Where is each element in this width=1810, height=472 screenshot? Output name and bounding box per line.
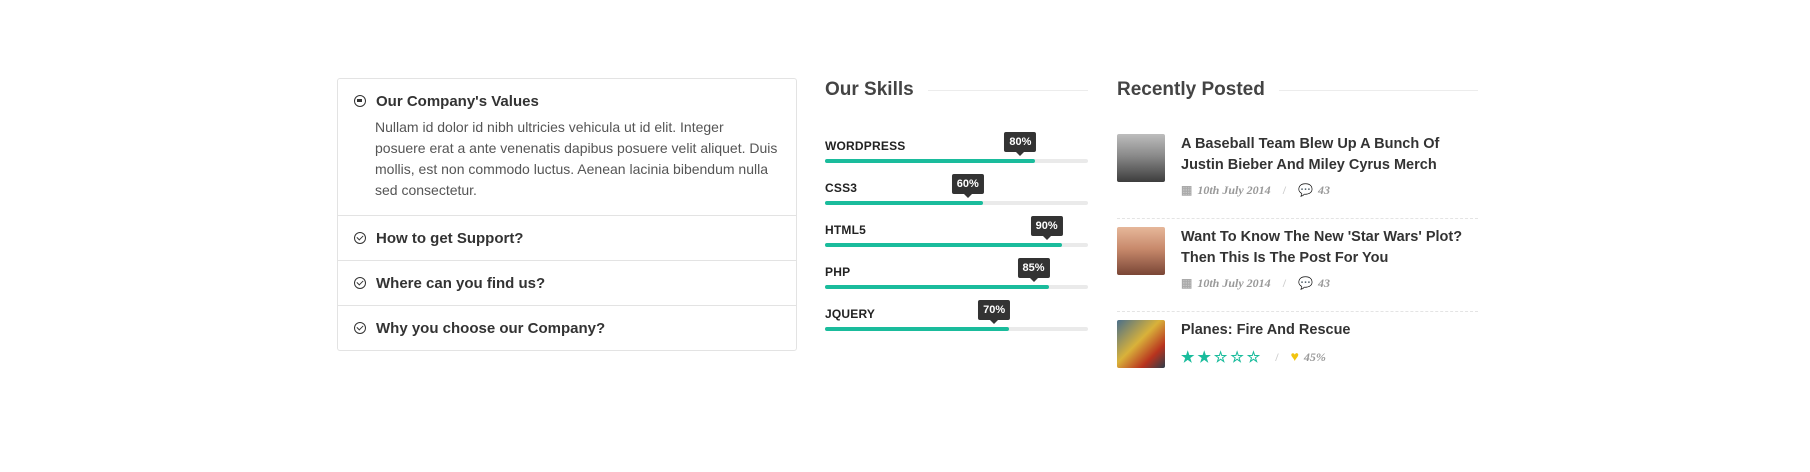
accordion-item-values: Our Company's Values Nullam id dolor id … [338,79,796,215]
post-date: 10th July 2014 [1197,183,1271,197]
check-circle-icon [354,322,366,334]
post-content: Want To Know The New 'Star Wars' Plot? T… [1181,227,1478,291]
like-percent: 45% [1303,350,1326,364]
post-meta: ★★☆☆☆ / ♥ 45% [1181,348,1351,367]
skill-track [825,243,1088,247]
comment-count[interactable]: 43 [1318,276,1330,291]
comments-icon: 💬 [1298,183,1313,197]
skill-track [825,285,1088,289]
post-thumbnail[interactable] [1117,320,1165,368]
skill-percent-tooltip: 80% [1004,132,1037,156]
skill-name: PHP [825,265,851,279]
accordion-header-find-us[interactable]: Where can you find us? [338,261,796,305]
skill-percent-tooltip: 70% [978,300,1011,324]
post-content: Planes: Fire And Rescue ★★☆☆☆ / ♥ 45% [1181,320,1351,368]
skill-fill [825,243,1062,247]
accordion-title: Where can you find us? [376,274,546,292]
check-circle-icon [354,232,366,244]
skills-title: Our Skills [825,79,914,100]
recent-title: Recently Posted [1117,79,1265,100]
accordion-title: How to get Support? [376,229,524,247]
skill-item: JQUERY 70% [825,292,1088,334]
recent-section-title: Recently Posted [1117,79,1478,101]
skill-name: CSS3 [825,181,858,195]
recent-posts-list: A Baseball Team Blew Up A Bunch Of Justi… [1117,126,1478,388]
skill-fill [825,327,1010,331]
post-title-link[interactable]: A Baseball Team Blew Up A Bunch Of Justi… [1181,134,1478,176]
post-title-link[interactable]: Want To Know The New 'Star Wars' Plot? T… [1181,227,1478,269]
post-thumbnail[interactable] [1117,134,1165,182]
post-meta: ▦ 10th July 2014 / 💬 43 [1181,276,1478,291]
meta-separator: / [1282,276,1287,290]
skill-item: CSS3 60% [825,166,1088,208]
post-item: Want To Know The New 'Star Wars' Plot? T… [1117,219,1478,312]
skill-percent-tooltip: 90% [1030,216,1063,240]
heart-icon: ♥ [1290,349,1299,365]
minus-circle-icon [354,95,366,107]
skill-fill [825,285,1049,289]
skill-percent-tooltip: 60% [951,174,984,198]
check-circle-icon [354,277,366,289]
title-divider [927,89,1088,91]
skill-track [825,159,1088,163]
skill-item: WORDPRESS 80% [825,124,1088,166]
skill-item: HTML5 90% [825,208,1088,250]
skill-name: JQUERY [825,307,876,321]
accordion-item-find-us: Where can you find us? [338,260,796,305]
post-meta: ▦ 10th July 2014 / 💬 43 [1181,183,1478,198]
title-divider [1278,89,1478,91]
skills-list: WORDPRESS 80% CSS3 60% HTML5 90% PHP 85%… [825,124,1088,334]
accordion-item-why-us: Why you choose our Company? [338,305,796,350]
skill-fill [825,201,983,205]
skill-percent-tooltip: 85% [1017,258,1050,282]
skills-section-title: Our Skills [825,79,1088,101]
meta-separator: / [1282,183,1287,197]
skill-name: WORDPRESS [825,139,906,153]
faq-accordion: Our Company's Values Nullam id dolor id … [337,78,797,351]
skill-track [825,327,1088,331]
skill-track [825,201,1088,205]
calendar-icon: ▦ [1181,276,1193,290]
post-title-link[interactable]: Planes: Fire And Rescue [1181,320,1351,341]
accordion-header-why-us[interactable]: Why you choose our Company? [338,306,796,350]
post-item: Planes: Fire And Rescue ★★☆☆☆ / ♥ 45% [1117,312,1478,388]
accordion-header-support[interactable]: How to get Support? [338,216,796,260]
accordion-body: Nullam id dolor id nibh ultricies vehicu… [375,119,778,198]
post-date: 10th July 2014 [1197,276,1271,290]
comments-icon: 💬 [1298,276,1313,290]
comment-count[interactable]: 43 [1318,183,1330,198]
calendar-icon: ▦ [1181,183,1193,197]
rating-stars: ★★☆☆☆ [1181,350,1264,366]
skill-item: PHP 85% [825,250,1088,292]
post-item: A Baseball Team Blew Up A Bunch Of Justi… [1117,126,1478,219]
skill-name: HTML5 [825,223,866,237]
skill-fill [825,159,1036,163]
post-content: A Baseball Team Blew Up A Bunch Of Justi… [1181,134,1478,198]
meta-separator: / [1275,350,1279,364]
accordion-title: Why you choose our Company? [376,319,606,337]
post-thumbnail[interactable] [1117,227,1165,275]
accordion-title: Our Company's Values [376,92,539,110]
accordion-item-support: How to get Support? [338,215,796,260]
